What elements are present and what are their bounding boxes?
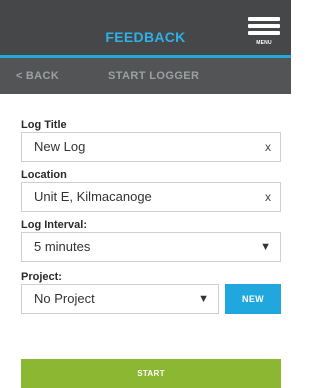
start-button[interactable]: START bbox=[21, 359, 281, 388]
menu-button[interactable]: MENU bbox=[248, 17, 280, 51]
clear-icon[interactable]: x bbox=[265, 183, 271, 211]
chevron-left-icon: < bbox=[16, 70, 23, 82]
log-interval-select[interactable]: 5 minutes ▼ bbox=[21, 232, 281, 262]
project-label: Project: bbox=[21, 271, 62, 283]
log-interval-label: Log Interval: bbox=[21, 219, 88, 231]
project-row: No Project ▼ NEW bbox=[21, 284, 281, 314]
project-select[interactable]: No Project ▼ bbox=[21, 284, 219, 314]
location-label: Location bbox=[21, 169, 67, 181]
location-value: Unit E, Kilmacanoge bbox=[34, 189, 152, 204]
back-label: BACK bbox=[25, 70, 60, 82]
log-interval-value: 5 minutes bbox=[34, 239, 91, 254]
dropdown-arrow-icon: ▼ bbox=[260, 241, 271, 253]
clear-icon[interactable]: x bbox=[265, 133, 271, 161]
menu-label: MENU bbox=[256, 40, 272, 46]
screen-title: START LOGGER bbox=[108, 70, 200, 82]
location-input[interactable]: Unit E, Kilmacanoge x bbox=[21, 182, 281, 212]
logger-form: Log Title New Log x Location Unit E, Kil… bbox=[21, 118, 281, 314]
project-value: No Project bbox=[34, 291, 95, 306]
log-title-value: New Log bbox=[34, 139, 86, 154]
hamburger-icon bbox=[248, 17, 280, 21]
log-title-label: Log Title bbox=[21, 119, 67, 131]
sub-header: < BACK START LOGGER bbox=[0, 58, 291, 94]
back-button[interactable]: < BACK bbox=[16, 58, 59, 94]
new-project-button[interactable]: NEW bbox=[225, 284, 281, 314]
log-title-input[interactable]: New Log x bbox=[21, 132, 281, 162]
dropdown-arrow-icon: ▼ bbox=[198, 293, 209, 305]
app-header: FEEDBACK MENU bbox=[0, 0, 291, 58]
